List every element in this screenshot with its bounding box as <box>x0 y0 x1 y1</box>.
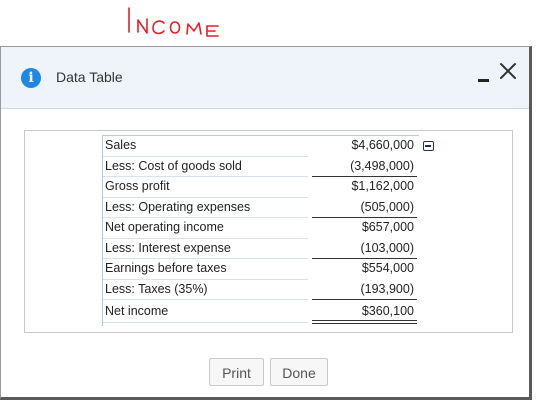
copy-icon[interactable] <box>423 141 434 151</box>
table-row-earnings-before-taxes: Earnings before taxes $554,000 <box>103 259 419 280</box>
income-statement-table: Sales $4,660,000 Less: Cost of goods sol… <box>102 135 434 326</box>
row-value: (193,900) <box>360 281 414 296</box>
table-row-sales: Sales $4,660,000 <box>103 136 434 157</box>
row-label: Less: Operating expenses <box>105 199 251 214</box>
row-label: Less: Cost of goods sold <box>105 158 242 173</box>
row-value: $1,162,000 <box>351 179 414 193</box>
table-row-operating-expenses: Less: Operating expenses (505,000) <box>103 198 419 218</box>
row-label: Earnings before taxes <box>105 261 227 275</box>
row-value: (505,000) <box>360 199 414 214</box>
dialog-header: i Data Table <box>1 47 529 109</box>
info-icon: i <box>21 68 41 88</box>
done-button[interactable]: Done <box>270 358 328 386</box>
row-label: Net operating income <box>105 220 224 234</box>
total-double-underline <box>312 319 417 324</box>
table-row-net-income: Net income $360,100 <box>103 302 419 324</box>
data-table-dialog: i Data Table Sales $4,660,000 Less: Cost… <box>0 46 532 400</box>
row-label: Less: Interest expense <box>105 240 231 255</box>
row-separator <box>103 299 308 300</box>
row-value: $360,100 <box>361 304 414 318</box>
table-row-cost-of-goods-sold: Less: Cost of goods sold (3,498,000) <box>103 157 419 177</box>
row-label: Less: Taxes (35%) <box>105 281 208 296</box>
row-label: Net income <box>105 304 169 318</box>
row-label: Sales <box>105 138 137 152</box>
row-label: Gross profit <box>105 179 170 193</box>
row-value: (3,498,000) <box>350 158 414 173</box>
print-button[interactable]: Print <box>209 358 264 386</box>
table-row-gross-profit: Gross profit $1,162,000 <box>103 177 419 198</box>
minimize-icon[interactable] <box>478 71 489 82</box>
row-value: $4,660,000 <box>351 138 414 152</box>
close-icon[interactable] <box>498 61 518 81</box>
table-row-interest-expense: Less: Interest expense (103,000) <box>103 239 419 259</box>
dialog-title: Data Table <box>56 69 123 85</box>
row-separator <box>103 321 308 323</box>
row-value: (103,000) <box>360 240 414 255</box>
table-row-taxes: Less: Taxes (35%) (193,900) <box>103 280 419 300</box>
handwritten-income-annotation <box>128 7 219 37</box>
subtotal-underline <box>312 299 417 300</box>
row-value: $554,000 <box>361 261 414 275</box>
row-value: $657,000 <box>361 220 414 234</box>
table-row-net-operating-income: Net operating income $657,000 <box>103 218 419 239</box>
